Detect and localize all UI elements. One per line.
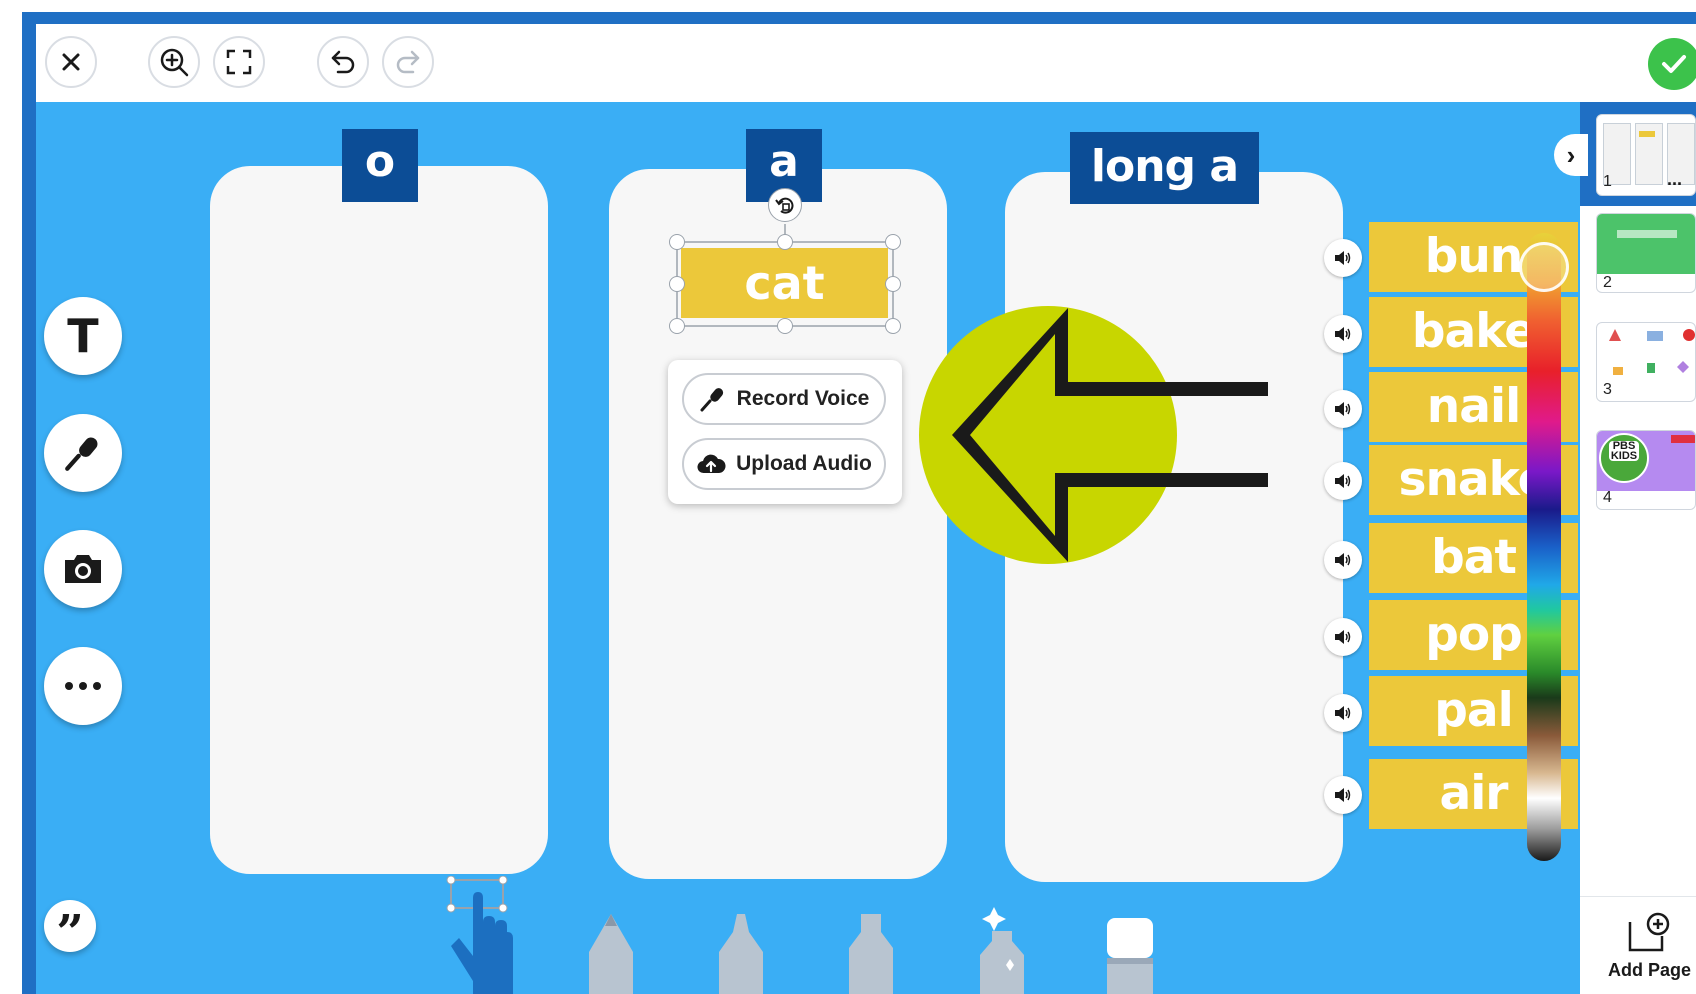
upload-audio-label: Upload Audio (736, 452, 872, 475)
page-number: 3 (1603, 381, 1612, 398)
speaker-icon (1335, 553, 1351, 567)
camera-icon (65, 555, 101, 583)
fullscreen-icon (226, 49, 252, 75)
resize-handle[interactable] (669, 318, 685, 334)
column-o[interactable] (210, 166, 548, 874)
zoom-in-icon (160, 48, 189, 77)
speaker-button[interactable] (1324, 541, 1362, 579)
speaker-button[interactable] (1324, 390, 1362, 428)
word-card-cat[interactable]: cat (681, 248, 888, 318)
page-number: 4 (1603, 489, 1612, 506)
color-slider-thumb[interactable] (1519, 242, 1569, 292)
close-button[interactable] (45, 36, 97, 88)
done-button[interactable] (1648, 38, 1696, 90)
speaker-icon (1335, 251, 1351, 265)
undo-button[interactable] (317, 36, 369, 88)
thumb-text-lines (1617, 230, 1677, 238)
column-header-o[interactable]: o (342, 129, 418, 202)
resize-handle[interactable] (885, 318, 901, 334)
speaker-button[interactable] (1324, 776, 1362, 814)
redo-button[interactable] (382, 36, 434, 88)
speaker-icon (1335, 327, 1351, 341)
cloud-upload-icon (697, 454, 726, 474)
page-number: 2 (1603, 274, 1612, 291)
pbs-kids-logo-text: PBS KIDS (1609, 440, 1639, 462)
record-tool-button[interactable] (44, 414, 122, 492)
more-tools-button[interactable] (44, 647, 122, 725)
speaker-button[interactable] (1324, 618, 1362, 656)
resize-handle[interactable] (669, 234, 685, 250)
arrow-sticker[interactable] (900, 300, 1280, 570)
page-thumbnail-1[interactable]: 1 ... (1596, 114, 1696, 196)
highlighter-tool[interactable] (845, 912, 897, 994)
camera-tool-button[interactable] (44, 530, 122, 608)
record-voice-label: Record Voice (736, 387, 870, 410)
page-more-menu[interactable]: ... (1667, 169, 1682, 190)
zoom-in-button[interactable] (148, 36, 200, 88)
speaker-icon (1335, 788, 1351, 802)
glitter-tool[interactable] (972, 905, 1032, 994)
page-number: 1 (1603, 173, 1612, 190)
text-tool-button[interactable]: T (44, 297, 122, 375)
speaker-button[interactable] (1324, 315, 1362, 353)
thumb-shapes (1609, 329, 1695, 375)
color-slider[interactable] (1527, 233, 1561, 861)
more-icon (65, 682, 101, 690)
thumb-green-slide (1597, 214, 1695, 274)
collapse-panel-button[interactable]: › (1554, 134, 1588, 176)
microphone-icon (700, 388, 723, 412)
resize-handle[interactable] (885, 234, 901, 250)
resize-handle[interactable] (777, 234, 793, 250)
resize-handle[interactable] (885, 276, 901, 292)
undo-icon (331, 50, 355, 74)
column-header-long-a[interactable]: long a (1070, 132, 1259, 204)
pbs-kids-logo: PBS KIDS (1599, 433, 1649, 483)
page-thumbnail-4[interactable]: PBS KIDS 4 (1596, 430, 1696, 510)
rotate-handle[interactable] (768, 188, 802, 222)
panel-divider (1580, 896, 1696, 897)
fullscreen-button[interactable] (213, 36, 265, 88)
resize-handle[interactable] (777, 318, 793, 334)
rotate-icon (775, 197, 794, 214)
speaker-icon (1335, 474, 1351, 488)
text-icon: T (67, 309, 99, 363)
page-thumbnail-3[interactable]: 3 (1596, 322, 1696, 402)
resize-handle[interactable] (669, 276, 685, 292)
quote-icon: ” (56, 905, 84, 961)
microphone-icon (65, 437, 98, 471)
speaker-icon (1335, 706, 1351, 720)
top-toolbar (36, 24, 1696, 102)
marker-tool[interactable] (715, 912, 767, 994)
quote-button[interactable]: ” (44, 900, 96, 957)
checkmark-icon (1662, 55, 1686, 73)
hand-select-tool[interactable] (445, 876, 525, 994)
close-icon (62, 53, 80, 71)
speaker-button[interactable] (1324, 462, 1362, 500)
upload-audio-button[interactable]: Upload Audio (682, 438, 886, 490)
add-page-label: Add Page (1608, 960, 1692, 980)
thumb-card (1639, 131, 1655, 137)
speaker-icon (1335, 630, 1351, 644)
add-page-icon (1628, 912, 1670, 952)
redo-icon (396, 50, 420, 74)
eraser-tool[interactable] (1105, 916, 1155, 994)
speaker-icon (1335, 402, 1351, 416)
add-page-button[interactable]: Add Page (1600, 906, 1696, 986)
record-voice-button[interactable]: Record Voice (682, 373, 886, 425)
page-thumbnail-2[interactable]: 2 (1596, 213, 1696, 293)
thumb-red-tag (1671, 435, 1695, 443)
speaker-button[interactable] (1324, 694, 1362, 732)
chevron-right-icon: › (1566, 140, 1576, 170)
pencil-tool[interactable] (585, 912, 637, 994)
speaker-button[interactable] (1324, 239, 1362, 277)
